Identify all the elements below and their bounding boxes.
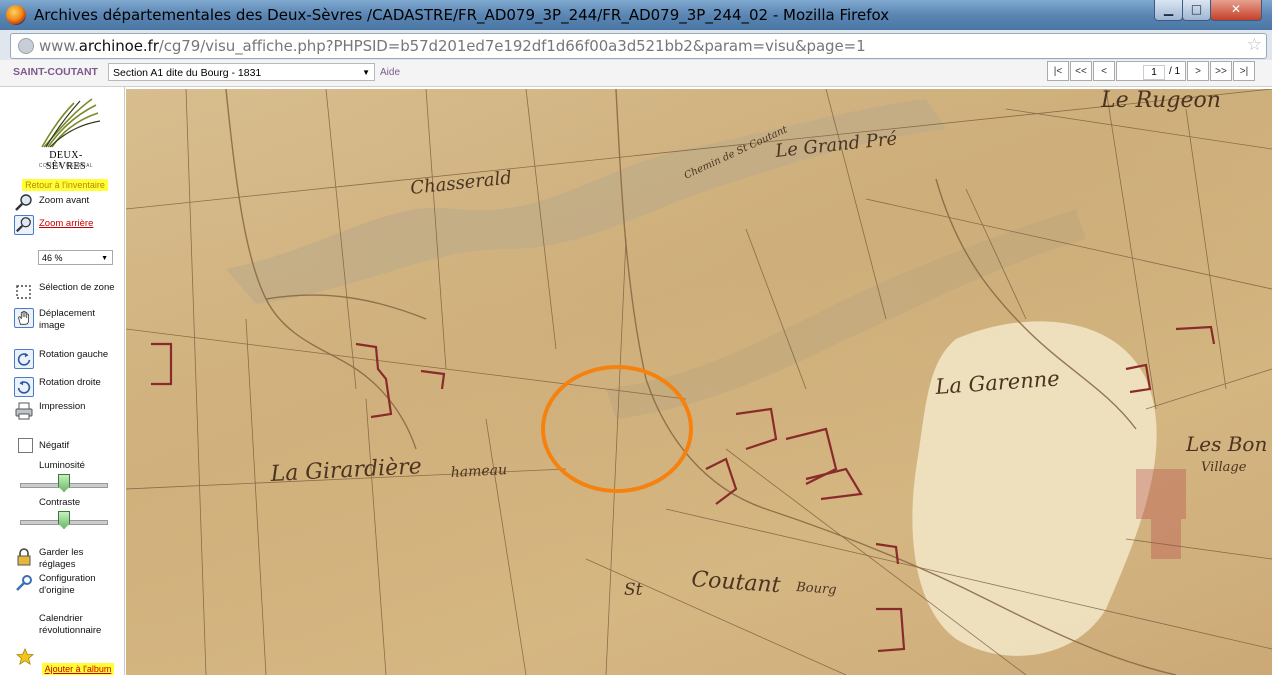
retour-label: Retour à l'inventaire [22,179,108,191]
window-title: Archives départementales des Deux-Sèvres… [34,6,890,24]
section-select[interactable]: Section A1 dite du Bourg - 1831 ▼ [108,63,375,81]
selection-label: Sélection de zone [39,282,115,293]
next-many-button[interactable]: >> [1210,61,1232,81]
label-chasserald: Chasserald [409,167,512,199]
minimize-button[interactable]: ▁ [1154,0,1183,21]
last-page-button[interactable]: >| [1233,61,1255,81]
firefox-icon [6,5,26,25]
save-settings-label: Garder les réglages [39,547,84,570]
url-text[interactable]: www.archinoe.fr/cg79/visu_affiche.php?PH… [39,37,866,55]
zoom-out-label: Zoom arrière [39,218,94,229]
pager: |< << < 1 / 1 > >> >| [1046,61,1255,83]
label-bourg: Bourg [795,580,837,598]
label-les-bon: Les Bon [1185,432,1267,456]
label-coutant: Coutant [691,567,782,598]
reset-config-label: Configuration d'origine [39,573,96,596]
river-shape [226,99,946,304]
star-icon [16,648,34,666]
address-bar[interactable]: www.archinoe.fr/cg79/visu_affiche.php?PH… [10,33,1267,59]
maximize-button[interactable]: □ [1182,0,1211,21]
contraste-label: Contraste [39,497,81,508]
village-blocks [1136,469,1186,559]
lock-icon [17,548,31,566]
rotate-right-label: Rotation droite [39,377,101,388]
chevron-down-icon: ▼ [362,68,370,77]
selection-icon [16,285,31,299]
label-st: St [624,580,643,600]
negatif-checkbox[interactable] [18,438,33,453]
negatif-label: Négatif [39,440,70,451]
contraste-slider[interactable] [18,511,108,529]
rotate-left-label: Rotation gauche [39,349,109,360]
url-domain: archinoe.fr [78,37,159,55]
magnifier-icon [14,215,34,235]
chevron-down-icon: ▼ [101,255,108,262]
window-titlebar: Archives départementales des Deux-Sèvres… [0,0,1272,30]
luminosite-label: Luminosité [39,460,85,471]
luminosite-slider[interactable] [18,474,108,492]
label-village: Village [1201,460,1247,475]
aide-link[interactable]: Aide [380,67,400,78]
retour-inventaire-link[interactable]: Retour à l'inventaire [12,175,118,193]
zoom-level-select[interactable]: 46 % ▼ [38,250,113,265]
commune-name: SAINT-COUTANT [13,66,98,78]
navigation-bar: www.archinoe.fr/cg79/visu_affiche.php?PH… [0,30,1272,60]
printer-icon [15,402,33,420]
slider-thumb[interactable] [58,474,70,492]
globe-icon [18,38,34,54]
prev-page-button[interactable]: < [1093,61,1115,81]
wrench-icon [16,575,32,591]
zoom-level-value: 46 % [42,253,63,263]
label-hameau: hameau [450,462,507,481]
ajouter-label: Ajouter à l'album [41,663,115,675]
viewer-toolbar: SAINT-COUTANT Section A1 dite du Bourg -… [0,60,1272,87]
section-select-value: Section A1 dite du Bourg - 1831 [113,67,262,79]
label-la-girardiere: La Girardière [269,454,422,487]
cadastre-map[interactable]: Le Rugeon Le Grand Pré Chasserald Chemin… [126,89,1272,675]
tools-sidebar: DEUX-SÈVRES CONSEIL GÉNÉRAL Retour à l'i… [0,87,125,675]
rotate-left-icon [14,349,34,369]
bookmark-star-icon[interactable]: ☆ [1247,35,1262,55]
logo-subtext: CONSEIL GÉNÉRAL [38,163,94,169]
pan-label: Déplacement image [39,308,95,331]
print-label: Impression [39,401,86,412]
close-button[interactable]: ✕ [1210,0,1262,21]
zoom-in-label: Zoom avant [39,195,90,206]
url-path: /cg79/visu_affiche.php?PHPSID=b57d201ed7… [158,37,866,55]
label-le-rugeon: Le Rugeon [1100,89,1221,113]
deux-sevres-logo[interactable]: DEUX-SÈVRES CONSEIL GÉNÉRAL [30,95,101,175]
magnifier-icon [15,194,32,211]
first-page-button[interactable]: |< [1047,61,1069,81]
prev-many-button[interactable]: << [1070,61,1092,81]
rotate-right-icon [14,377,34,397]
page-total: / 1 [1169,66,1181,77]
hand-icon [14,308,34,328]
calendar-label: Calendrier révolutionnaire [39,613,102,636]
slider-thumb[interactable] [58,511,70,529]
cadastre-map-viewer[interactable]: Le Rugeon Le Grand Pré Chasserald Chemin… [126,89,1272,675]
page-number-input[interactable]: 1 [1143,65,1165,80]
page-indicator: 1 / 1 [1116,61,1186,81]
ajouter-album-link[interactable]: Ajouter à l'album [36,659,120,677]
next-page-button[interactable]: > [1187,61,1209,81]
url-prefix: www. [39,37,79,55]
